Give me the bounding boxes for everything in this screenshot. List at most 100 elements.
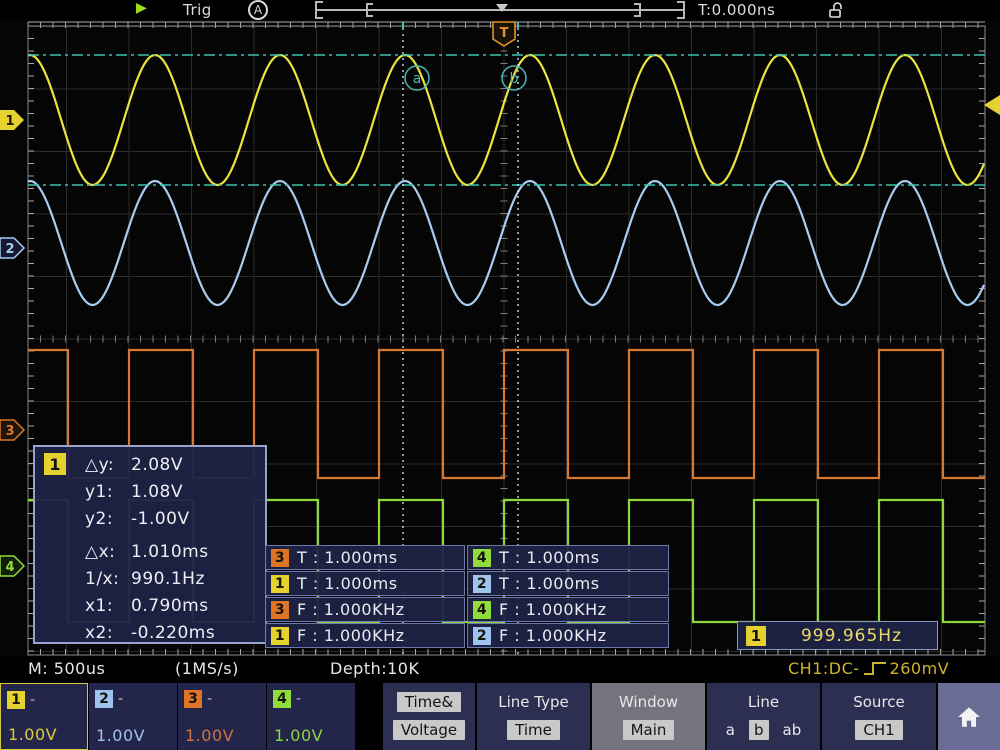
- trigger-time-readout: T:0.000ns: [698, 1, 775, 19]
- channel3-badge: 3: [184, 690, 202, 708]
- ch2-badge: 2: [473, 575, 491, 593]
- channel4-coupling-mark: -: [296, 691, 301, 707]
- measure-ch3-period: 3 T : 1.000ms: [265, 545, 465, 570]
- ch1-badge: 1: [271, 575, 289, 593]
- measurement-table: 3 T : 1.000ms 4 T : 1.000ms 1 T : 1.000ms 2…: [265, 545, 669, 648]
- channel3-marker-number: 3: [5, 424, 14, 439]
- menu-window-title: Window: [619, 693, 678, 711]
- cursor-1overx-row: 1/x:990.1Hz: [85, 566, 265, 593]
- waveform-ch1: [28, 55, 984, 185]
- channel1-box[interactable]: 1- 1.00V: [0, 683, 88, 750]
- cursor-y1-value: 1.08V: [131, 482, 183, 502]
- channel3-position-marker[interactable]: 3: [0, 420, 24, 440]
- channel4-box[interactable]: 4- 1.00V: [267, 683, 355, 750]
- ch3-badge: 3: [271, 601, 289, 619]
- unlock-icon[interactable]: [828, 1, 846, 19]
- measure-text: F : 1.000KHz: [499, 626, 607, 645]
- cursor-dx-row: △x:1.010ms: [85, 539, 265, 566]
- trig-status-label: Trig: [183, 1, 212, 19]
- lock-body: [830, 10, 840, 17]
- cursor-x2-value: -0.220ms: [131, 623, 215, 643]
- home-button[interactable]: [938, 683, 1000, 750]
- channel2-scale: 1.00V: [96, 726, 145, 745]
- top-status-bar: ▶ Trig A T:0.000ns: [0, 0, 1000, 20]
- cursor-x1-value: 0.790ms: [131, 596, 209, 616]
- channel4-position-marker[interactable]: 4: [0, 556, 24, 576]
- measure-ch4-period: 4 T : 1.000ms: [467, 545, 669, 570]
- horizontal-position-indicator[interactable]: [310, 0, 690, 20]
- measure-text: F : 1.000KHz: [297, 626, 405, 645]
- rising-edge-icon: [862, 660, 888, 678]
- menu-line-option-b[interactable]: b: [749, 720, 769, 740]
- trigger-marker-letter: T: [500, 26, 509, 41]
- channel4-scale: 1.00V: [274, 726, 323, 745]
- measure-ch1-period: 1 T : 1.000ms: [265, 571, 465, 596]
- trigger-position-marker[interactable]: T: [493, 22, 515, 46]
- menu-time-voltage-line1[interactable]: Time&: [397, 692, 461, 712]
- menu-line-option-ab[interactable]: ab: [783, 721, 802, 739]
- oscilloscope-screen: ▶ Trig A T:0.000ns ab T 1: [0, 0, 1000, 750]
- menu-line-title: Line: [748, 693, 779, 711]
- cursor-y2-row: y2:-1.00V: [85, 506, 265, 533]
- menu-source-value[interactable]: CH1: [855, 720, 902, 740]
- ch4-badge: 4: [473, 601, 491, 619]
- menu-line-option-a[interactable]: a: [726, 721, 735, 739]
- ch3-badge: 3: [271, 549, 289, 567]
- trigger-settings-readout: CH1:DC- 260mV: [788, 659, 949, 678]
- channel1-scale: 1.00V: [8, 725, 57, 744]
- menu-line-type-value[interactable]: Time: [507, 720, 560, 740]
- channel2-position-marker[interactable]: 2: [0, 238, 24, 258]
- memory-depth-readout: Depth:10K: [330, 659, 419, 678]
- menu-source-title: Source: [853, 693, 905, 711]
- cursor-x1-label: x1:: [85, 593, 131, 620]
- menu-line-type[interactable]: Line Type Time: [477, 683, 590, 750]
- measure-text: T : 1.000ms: [297, 548, 398, 567]
- cursor-dy-row: △y:2.08V: [85, 452, 265, 479]
- menu-window-value[interactable]: Main: [623, 720, 675, 740]
- channel2-badge: 2: [95, 690, 113, 708]
- menu-line[interactable]: Line a b ab: [707, 683, 820, 750]
- menu-time-voltage-line2[interactable]: Voltage: [393, 720, 465, 740]
- channel1-badge: 1: [7, 691, 25, 709]
- channel1-coupling-mark: -: [30, 692, 35, 708]
- cursor-1overx-value: 990.1Hz: [131, 569, 205, 589]
- measure-ch2-frequency: 2F : 1.000KHz: [467, 623, 669, 648]
- channel3-box[interactable]: 3- 1.00V: [178, 683, 266, 750]
- channel2-box[interactable]: 2- 1.00V: [89, 683, 177, 750]
- menu-line-type-title: Line Type: [498, 693, 568, 711]
- run-play-icon[interactable]: ▶: [136, 0, 147, 16]
- cursor-dy-value: 2.08V: [131, 455, 183, 475]
- measure-ch3-frequency: 3 F : 1.000KHz: [265, 597, 465, 622]
- ch4-badge: 4: [473, 549, 491, 567]
- measure-ch1-frequency: 1 F : 1.000KHz: [265, 623, 465, 648]
- cursor-1overx-label: 1/x:: [85, 566, 131, 593]
- freq-value: 999.965Hz: [766, 626, 937, 646]
- measure-ch2-period: 2 T : 1.000ms: [467, 571, 669, 596]
- trigger-level-marker[interactable]: [984, 95, 1000, 115]
- cursor-measurement-panel: 1 △y:2.08V y1:1.08V y2:-1.00V △x:1.010ms…: [33, 445, 267, 644]
- waveform-ch2: [28, 181, 984, 305]
- measure-text: T : 1.000ms: [499, 574, 600, 593]
- cursor-y2-label: y2:: [85, 506, 131, 533]
- cursor-dx-value: 1.010ms: [131, 542, 209, 562]
- auto-trigger-icon: A: [248, 0, 268, 20]
- ch1-badge: 1: [271, 627, 289, 645]
- cursor-y1-label: y1:: [85, 479, 131, 506]
- measure-text: T : 1.000ms: [297, 574, 398, 593]
- cursor-y2-value: -1.00V: [131, 509, 190, 529]
- channel3-coupling-mark: -: [207, 691, 212, 707]
- measure-text: T : 1.000ms: [499, 548, 600, 567]
- menu-window[interactable]: Window Main: [592, 683, 705, 750]
- channel2-marker-number: 2: [5, 242, 14, 257]
- channel1-position-marker[interactable]: 1: [0, 110, 24, 130]
- timebase-readout: M: 500us: [28, 659, 105, 678]
- frequency-counter: 1 999.965Hz: [737, 621, 938, 650]
- menu-source[interactable]: Source CH1: [822, 683, 936, 750]
- measure-text: F : 1.000KHz: [297, 600, 405, 619]
- cursor-panel-channel-badge: 1: [44, 453, 66, 475]
- cursor-dy-label: △y:: [85, 452, 131, 479]
- home-icon: [956, 705, 982, 729]
- measure-text: F : 1.000KHz: [499, 600, 607, 619]
- menu-time-voltage[interactable]: Time& Voltage: [383, 683, 475, 750]
- trigger-level-text: 260mV: [890, 659, 950, 678]
